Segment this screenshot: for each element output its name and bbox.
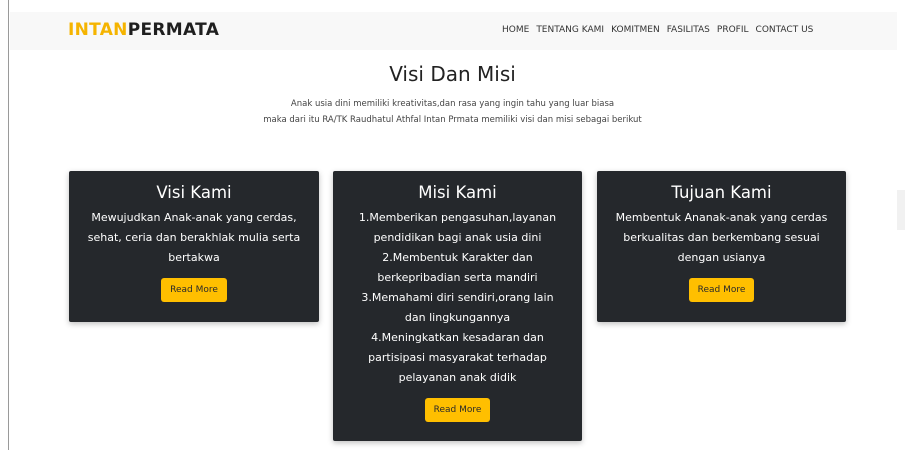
card-line: 3.Memahami diri sendiri,orang lain: [361, 291, 554, 304]
intro-line: maka dari itu RA/TK Raudhatul Athfal Int…: [263, 115, 642, 125]
card-line: dengan usianya: [677, 251, 766, 264]
read-more-button[interactable]: Read More: [424, 398, 491, 422]
card-title: Misi Kami: [418, 183, 497, 202]
section-title: Visi Dan Misi: [389, 62, 516, 86]
card-line: bertakwa: [168, 251, 220, 264]
card-line: sehat, ceria dan berakhlak mulia serta: [87, 231, 301, 244]
nav-profil[interactable]: PROFIL: [717, 25, 749, 35]
section-intro: Anak usia dini memiliki kreativitas,dan …: [0, 96, 905, 128]
card-line: berkepribadian serta mandiri: [377, 271, 538, 284]
nav-komitmen[interactable]: KOMITMEN: [611, 25, 660, 35]
card-line: 2.Membentuk Karakter dan: [382, 251, 533, 264]
card-line: 4.Meningkatkan kesadaran dan: [371, 331, 544, 344]
nav-contact-us[interactable]: CONTACT US: [756, 25, 814, 35]
read-more-button[interactable]: Read More: [688, 278, 755, 302]
card-text: 1.Memberikan pengasuhan,layanan pendidik…: [333, 208, 582, 388]
card-line: pendidikan bagi anak usia dini: [373, 231, 542, 244]
intro-line: Anak usia dini memiliki kreativitas,dan …: [290, 99, 615, 109]
card-line: Mewujudkan Anak-anak yang cerdas,: [91, 211, 297, 224]
brand-part-2: PERMATA: [127, 20, 220, 40]
nav-tentang-kami[interactable]: TENTANG KAMI: [536, 25, 604, 35]
tujuan-card: Tujuan Kami Membentuk Ananak-anak yang c…: [597, 171, 846, 322]
card-line: dan lingkungannya: [404, 311, 511, 324]
misi-card: Misi Kami 1.Memberikan pengasuhan,layana…: [333, 171, 582, 441]
scrollbar-track[interactable]: [897, 190, 905, 230]
card-line: 1.Memberikan pengasuhan,layanan: [358, 211, 557, 224]
card-line: berkualitas dan berkembang sesuai: [623, 231, 820, 244]
navbar: INTANPERMATA HOME TENTANG KAMI KOMITMEN …: [10, 12, 897, 50]
card-text: Mewujudkan Anak-anak yang cerdas, sehat,…: [69, 208, 319, 268]
card-line: pelayanan anak didik: [398, 371, 517, 384]
card-text: Membentuk Ananak-anak yang cerdas berkua…: [597, 208, 846, 268]
main-nav: HOME TENTANG KAMI KOMITMEN FASILITAS PRO…: [502, 25, 813, 35]
card-title: Tujuan Kami: [671, 183, 772, 202]
nav-home[interactable]: HOME: [502, 25, 529, 35]
card-line: partisipasi masyarakat terhadap: [368, 351, 547, 364]
read-more-button[interactable]: Read More: [161, 278, 227, 302]
brand-logo[interactable]: INTANPERMATA: [68, 20, 219, 40]
brand-part-1: INTAN: [68, 20, 128, 40]
card-title: Visi Kami: [156, 183, 232, 202]
nav-fasilitas[interactable]: FASILITAS: [667, 25, 710, 35]
visi-card: Visi Kami Mewujudkan Anak-anak yang cerd…: [69, 171, 319, 322]
card-line: Membentuk Ananak-anak yang cerdas: [615, 211, 828, 224]
